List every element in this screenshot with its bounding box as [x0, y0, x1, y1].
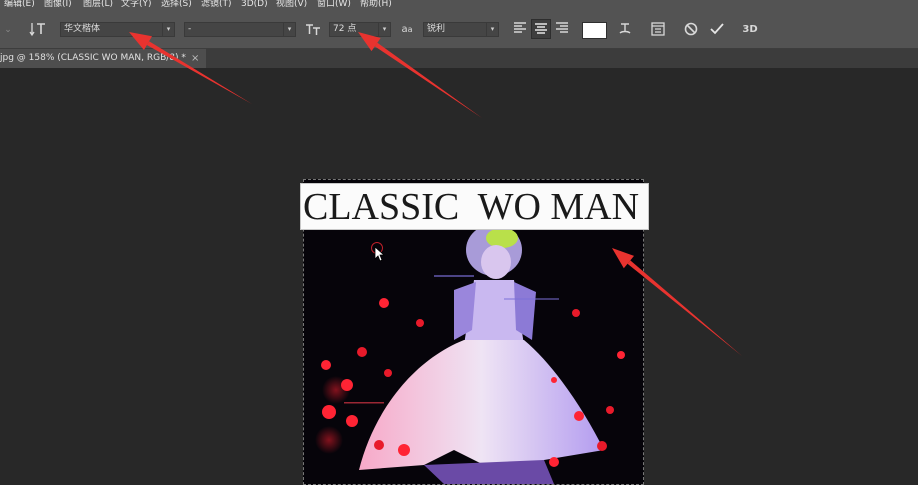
character-panel-icon[interactable]: [650, 21, 666, 42]
warp-text-icon[interactable]: [617, 21, 633, 42]
text-orientation-toggle-icon[interactable]: [28, 21, 48, 42]
headline-text[interactable]: CLASSIC WO MAN: [303, 187, 639, 227]
font-family-dropdown[interactable]: 华文楷体 ▾: [60, 22, 175, 37]
tool-preset-chevron-icon[interactable]: ⌄: [2, 22, 14, 38]
menu-layer[interactable]: 图层(L): [83, 0, 113, 10]
menu-view[interactable]: 视图(V): [276, 0, 307, 10]
menu-window[interactable]: 窗口(W): [317, 0, 351, 10]
menu-bar: 编辑(E) 图像(I) 图层(L) 文字(Y) 选择(S) 滤镜(T) 3D(D…: [0, 0, 918, 11]
menu-edit[interactable]: 编辑(E): [4, 0, 35, 10]
chevron-down-icon: ▾: [162, 23, 174, 36]
menu-type[interactable]: 文字(Y): [121, 0, 152, 10]
menu-image[interactable]: 图像(I): [44, 0, 72, 10]
menu-help[interactable]: 帮助(H): [360, 0, 392, 10]
align-center-icon[interactable]: [531, 19, 551, 39]
cancel-edit-icon[interactable]: [683, 21, 699, 42]
document-tab[interactable]: jpg @ 158% (CLASSIC WO MAN, RGB/8) * ×: [0, 49, 206, 68]
align-right-icon[interactable]: [554, 21, 570, 40]
anti-alias-value: 锐利: [427, 24, 446, 34]
document-tab-title: jpg @ 158% (CLASSIC WO MAN, RGB/8) *: [0, 53, 186, 63]
chevron-down-icon: ▾: [486, 23, 498, 36]
font-size-dropdown[interactable]: 72 点 ▾: [329, 22, 391, 37]
anti-alias-dropdown[interactable]: 锐利 ▾: [423, 22, 499, 37]
font-style-value: -: [188, 24, 192, 34]
menu-3d[interactable]: 3D(D): [241, 0, 268, 10]
commit-edit-icon[interactable]: [709, 21, 725, 42]
options-bar: ⌄ 华文楷体 ▾ - ▾ 72 点 ▾ aa 锐利 ▾ 3D: [0, 11, 918, 49]
chevron-down-icon: ▾: [378, 23, 390, 36]
font-size-icon: [304, 21, 322, 42]
cursor-icon: [374, 246, 386, 262]
text-color-swatch[interactable]: [582, 22, 607, 39]
chevron-down-icon: ▾: [283, 23, 295, 36]
text-layer-box[interactable]: CLASSIC WO MAN: [300, 183, 649, 230]
menu-filter[interactable]: 滤镜(T): [201, 0, 232, 10]
font-family-value: 华文楷体: [64, 24, 101, 34]
document-tab-bar: jpg @ 158% (CLASSIC WO MAN, RGB/8) * ×: [0, 49, 918, 68]
3d-text-icon[interactable]: 3D: [740, 22, 760, 38]
tab-close-icon[interactable]: ×: [191, 49, 199, 68]
anti-alias-icon: aa: [401, 24, 413, 35]
font-style-dropdown[interactable]: - ▾: [184, 22, 296, 37]
align-left-icon[interactable]: [512, 21, 528, 40]
font-size-value: 72 点: [333, 24, 357, 34]
menu-select[interactable]: 选择(S): [161, 0, 192, 10]
